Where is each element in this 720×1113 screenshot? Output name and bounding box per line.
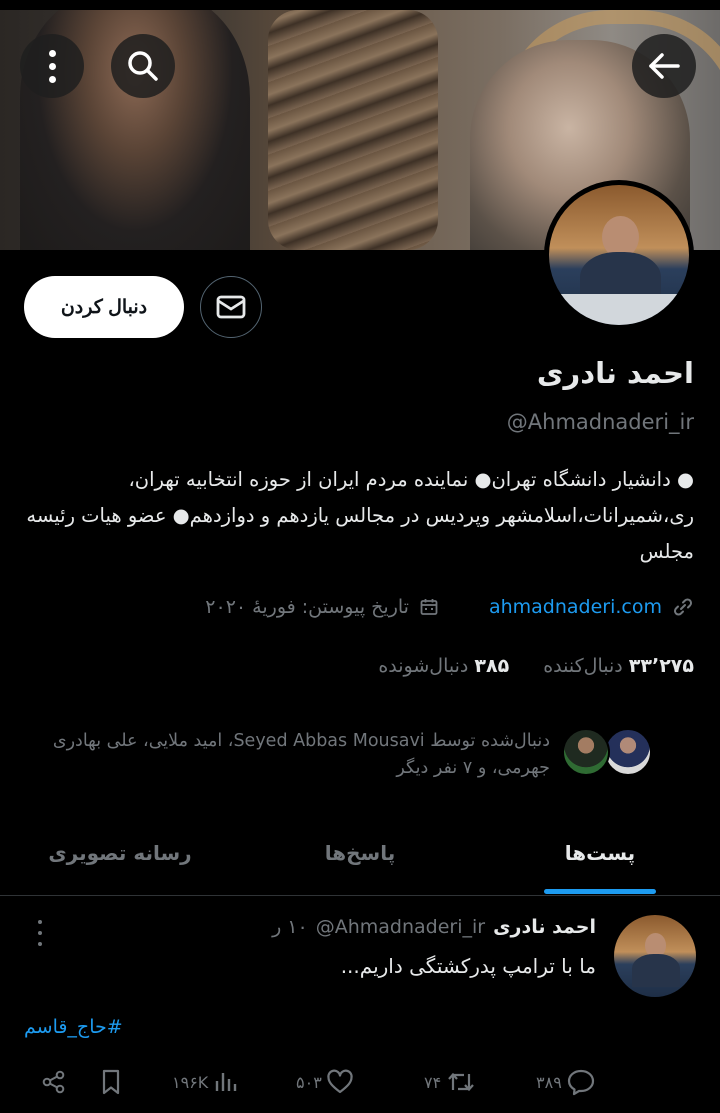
following-link[interactable]: ۳۸۵ دنبال‌شونده (378, 655, 509, 677)
avatar (604, 728, 652, 776)
share-icon (42, 1070, 65, 1094)
profile-name: احمد نادری (536, 356, 694, 390)
post-hashtag[interactable]: #حاج_قاسم (24, 1016, 123, 1038)
post-text: ما با ترامپ پدرکشتگی داریم... (340, 954, 596, 978)
share-button[interactable] (40, 1060, 68, 1104)
post-actions: ۱۹۶K ۵۰۳ ۷۴ ۳۸۹ (0, 1060, 720, 1104)
follow-button[interactable]: دنبال کردن (24, 276, 184, 338)
profile-tabs: پست‌ها پاسخ‌ها رسانه تصویری (0, 812, 720, 894)
like-button[interactable]: ۵۰۳ (296, 1060, 354, 1104)
tab-posts[interactable]: پست‌ها (480, 812, 720, 894)
joined-date: تاریخ پیوستن: فوریهٔ ۲۰۲۰ (205, 596, 409, 618)
likes-count: ۵۰۳ (296, 1072, 322, 1092)
post-author-avatar[interactable] (614, 915, 696, 997)
profile-bio: ● دانشیار دانشگاه تهران● نماینده مردم ای… (26, 468, 694, 563)
replies-count: ۳۸۹ (536, 1072, 562, 1092)
reply-button[interactable]: ۳۸۹ (536, 1060, 596, 1104)
tab-media[interactable]: رسانه تصویری (0, 812, 240, 894)
search-button[interactable] (111, 34, 175, 98)
followed-by-text: دنبال‌شده توسط Seyed Abbas Mousavi، امید… (52, 731, 550, 778)
more-button[interactable] (20, 34, 84, 98)
post-author-handle[interactable]: @Ahmadnaderi_ir (316, 916, 485, 938)
following-count: ۳۸۵ (474, 655, 510, 677)
followers-count: ۳۳٬۲۷۵ (628, 655, 694, 677)
avatar (562, 728, 610, 776)
views-count: ۱۹۶K (172, 1072, 209, 1092)
profile-avatar[interactable] (544, 180, 694, 330)
bookmark-icon (102, 1069, 120, 1095)
repost-icon (448, 1072, 475, 1092)
more-vertical-icon (48, 49, 56, 83)
bookmark-button[interactable] (98, 1060, 124, 1104)
tabs-divider (0, 895, 720, 896)
comment-icon (567, 1069, 594, 1096)
avatar-image (549, 185, 689, 325)
followers-label: دنبال‌کننده (543, 655, 623, 677)
followers-link[interactable]: ۳۳٬۲۷۵ دنبال‌کننده (543, 655, 694, 677)
followed-by[interactable]: دنبال‌شده توسط Seyed Abbas Mousavi، امید… (20, 728, 652, 782)
arrow-left-icon (649, 53, 680, 79)
back-button[interactable] (632, 34, 696, 98)
follow-counts: ۳۸۵ دنبال‌شونده ۳۳٬۲۷۵ دنبال‌کننده (378, 655, 694, 677)
post-time: ۱۰ ر (272, 916, 308, 938)
views-button[interactable]: ۱۹۶K (172, 1060, 238, 1104)
heart-icon (327, 1069, 353, 1094)
views-icon (216, 1073, 237, 1091)
link-icon (673, 598, 693, 616)
banner-palm-trunk (268, 10, 438, 250)
website-link[interactable]: ahmadnaderi.com (489, 596, 662, 618)
envelope-icon (216, 295, 246, 319)
followed-by-avatars (556, 728, 652, 778)
reposts-count: ۷۴ (424, 1072, 442, 1092)
profile-handle: @Ahmadnaderi_ir (506, 410, 694, 434)
post-author-name[interactable]: احمد نادری (493, 916, 596, 938)
tab-replies[interactable]: پاسخ‌ها (240, 812, 480, 894)
search-icon (128, 51, 158, 81)
repost-button[interactable]: ۷۴ (424, 1060, 477, 1104)
message-button[interactable] (200, 276, 262, 338)
calendar-icon (420, 599, 438, 615)
profile-meta: ahmadnaderi.com تاریخ پیوستن: فوریهٔ ۲۰۲… (24, 596, 694, 618)
following-label: دنبال‌شونده (378, 655, 469, 677)
post-header: احمد نادری @Ahmadnaderi_ir ۱۰ ر (272, 916, 596, 938)
post-more-button[interactable] (34, 920, 46, 946)
